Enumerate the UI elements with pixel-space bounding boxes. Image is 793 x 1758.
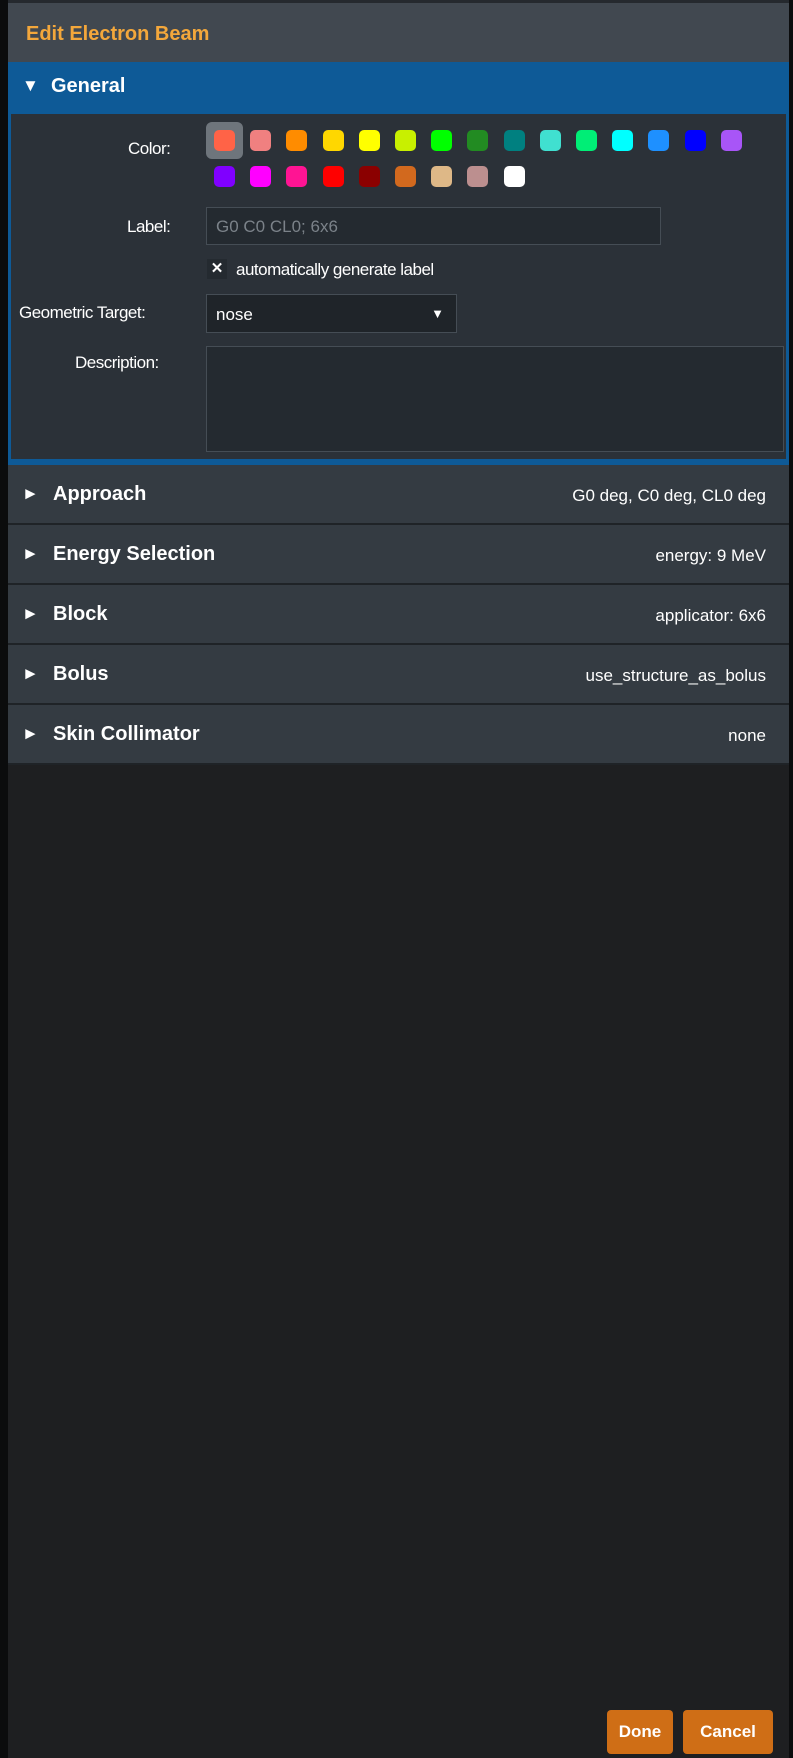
- color-swatch[interactable]: [431, 166, 453, 187]
- color-swatch[interactable]: [214, 130, 235, 151]
- color-swatch[interactable]: [431, 130, 453, 151]
- section-title: Skin Collimator: [53, 723, 200, 745]
- section-summary: none: [728, 726, 766, 745]
- label-field-label: Label:: [127, 217, 171, 236]
- color-swatch[interactable]: [539, 130, 561, 151]
- color-swatch[interactable]: [250, 130, 272, 151]
- general-section-header[interactable]: ▼ General: [8, 62, 789, 114]
- color-swatch[interactable]: [250, 166, 272, 187]
- left-border: [0, 0, 8, 1758]
- collapsed-arrow-icon: ►: [22, 544, 39, 563]
- color-swatch[interactable]: [322, 166, 344, 187]
- color-swatch[interactable]: [576, 130, 597, 151]
- section-title: Block: [53, 603, 108, 625]
- collapsed-arrow-icon: ►: [22, 724, 39, 743]
- color-swatch[interactable]: [395, 166, 416, 187]
- cancel-button[interactable]: Cancel: [683, 1710, 773, 1754]
- color-label: Color:: [128, 139, 171, 158]
- color-swatch[interactable]: [358, 130, 380, 151]
- color-swatch[interactable]: [286, 130, 308, 151]
- section-title: Bolus: [53, 663, 109, 685]
- color-swatch[interactable]: [467, 130, 489, 151]
- collapsed-arrow-icon: ►: [22, 484, 39, 503]
- geometric-target-label: Geometric Target:: [19, 303, 146, 322]
- color-swatch[interactable]: [322, 130, 344, 151]
- description-label: Description:: [75, 353, 159, 372]
- general-section-title: General: [51, 75, 126, 97]
- section-summary: energy: 9 MeV: [655, 546, 766, 565]
- color-swatch[interactable]: [648, 130, 670, 151]
- color-swatch[interactable]: [612, 130, 634, 151]
- color-swatch[interactable]: [503, 166, 525, 187]
- section-summary: G0 deg, C0 deg, CL0 deg: [572, 486, 766, 505]
- panel-title: Edit Electron Beam: [26, 23, 210, 45]
- expanded-arrow-icon: ▼: [22, 76, 39, 95]
- collapsed-arrow-icon: ►: [22, 604, 39, 623]
- done-button[interactable]: Done: [607, 1710, 673, 1754]
- panel-titlebar: Edit Electron Beam: [8, 0, 789, 62]
- label-input[interactable]: G0 C0 CL0; 6x6: [206, 207, 661, 245]
- section-approach[interactable]: ► Approach G0 deg, C0 deg, CL0 deg: [8, 465, 789, 525]
- collapsed-arrow-icon: ►: [22, 664, 39, 683]
- right-border: [789, 0, 793, 1758]
- section-block[interactable]: ► Block applicator: 6x6: [8, 585, 789, 645]
- section-skin-collimator[interactable]: ► Skin Collimator none: [8, 705, 789, 765]
- section-energy-selection[interactable]: ► Energy Selection energy: 9 MeV: [8, 525, 789, 585]
- geometric-target-select[interactable]: nose ▼: [206, 294, 457, 333]
- color-swatch[interactable]: [358, 166, 380, 187]
- section-title: Energy Selection: [53, 543, 216, 565]
- geometric-target-value: nose: [216, 305, 253, 324]
- auto-label-checkbox[interactable]: ✕: [207, 259, 227, 279]
- color-swatch[interactable]: [503, 130, 525, 151]
- description-textarea[interactable]: [206, 346, 784, 452]
- auto-label-text: automatically generate label: [236, 260, 434, 279]
- color-swatch[interactable]: [214, 166, 235, 187]
- section-summary: use_structure_as_bolus: [585, 666, 766, 685]
- color-swatch[interactable]: [286, 166, 308, 187]
- color-swatch[interactable]: [395, 130, 416, 151]
- color-swatch[interactable]: [720, 130, 742, 151]
- edit-beam-panel: Edit Electron Beam ▼ General Color: Labe…: [0, 0, 793, 1758]
- color-swatch[interactable]: [467, 166, 489, 187]
- section-bolus[interactable]: ► Bolus use_structure_as_bolus: [8, 645, 789, 705]
- section-title: Approach: [53, 483, 147, 505]
- section-summary: applicator: 6x6: [655, 606, 766, 625]
- dropdown-caret-icon: ▼: [431, 306, 444, 321]
- color-swatch[interactable]: [684, 130, 706, 151]
